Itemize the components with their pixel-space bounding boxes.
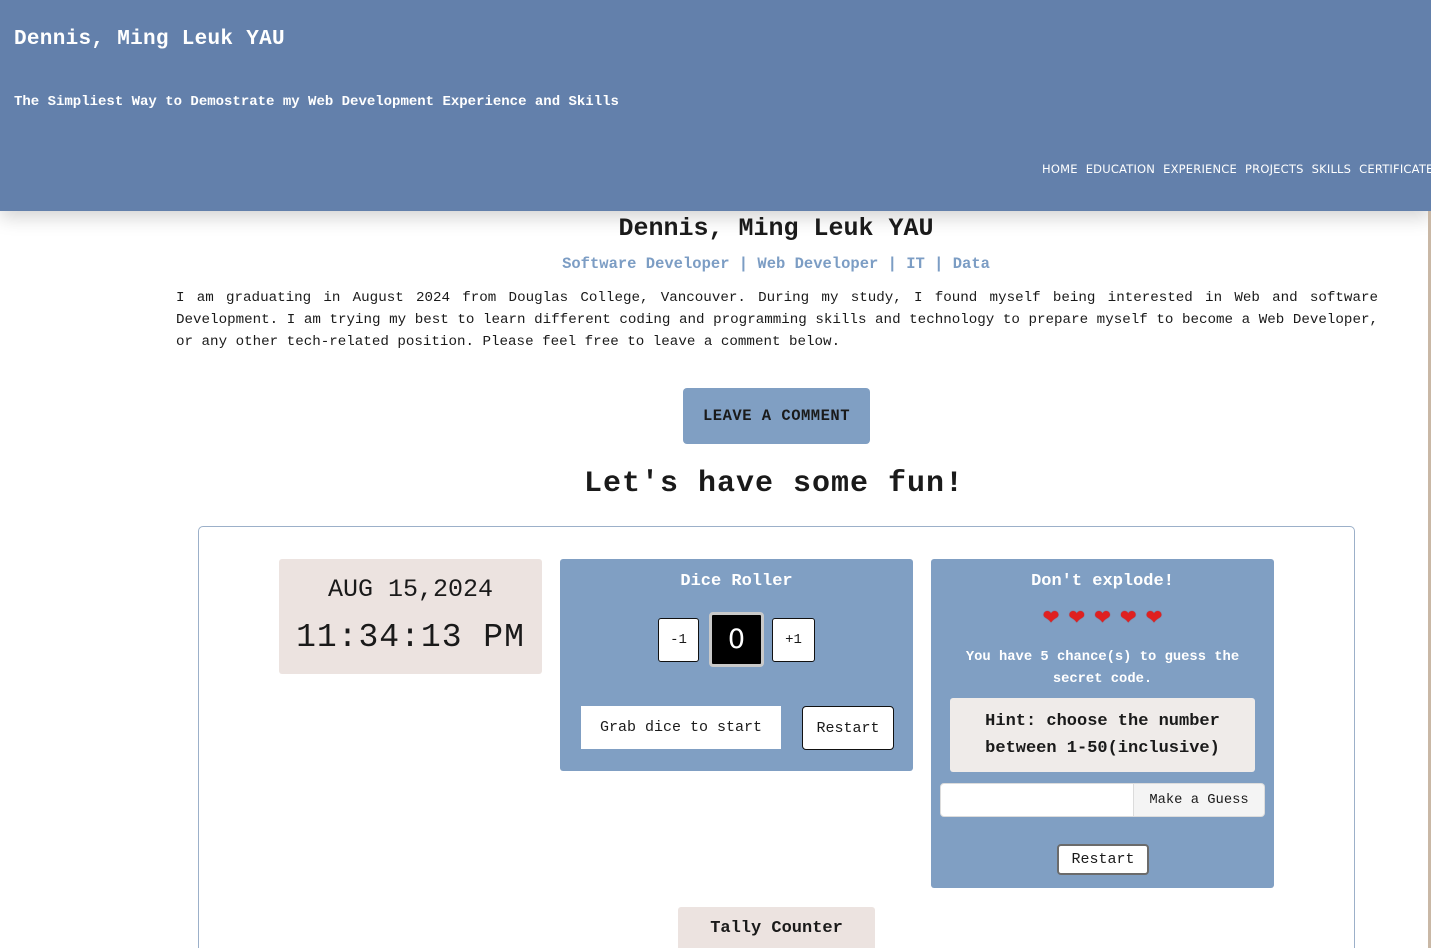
game-restart-button[interactable]: Restart <box>1057 844 1149 875</box>
dice-roller: Dice Roller -1 0 +1 Grab dice to start R… <box>560 559 913 771</box>
fun-heading: Let's have some fun! <box>583 467 965 501</box>
heart-icon: ❤ <box>1068 605 1086 629</box>
leave-comment-button[interactable]: LEAVE A COMMENT <box>683 388 870 444</box>
make-guess-button[interactable]: Make a Guess <box>1134 783 1265 817</box>
chances-text: You have 5 chance(s) to guess the secret… <box>965 650 1240 687</box>
guess-input[interactable] <box>940 783 1134 817</box>
guess-game: Don't explode! ❤ ❤ ❤ ❤ ❤ You have 5 chan… <box>931 559 1274 888</box>
lives-row: ❤ ❤ ❤ ❤ ❤ <box>931 606 1274 628</box>
clock-time: 11:34:13 PM <box>296 619 525 656</box>
hint-box: Hint: choose the number between 1-50(inc… <box>950 698 1255 772</box>
nav-projects[interactable]: PROJECTS <box>1245 162 1304 176</box>
site-title: Dennis, Ming Leuk YAU <box>14 28 285 51</box>
nav-skills[interactable]: SKILLS <box>1312 162 1352 176</box>
heart-icon: ❤ <box>1119 605 1137 629</box>
grab-dice-button[interactable]: Grab dice to start <box>581 706 781 749</box>
heart-icon: ❤ <box>1145 605 1163 629</box>
nav-home[interactable]: HOME <box>1042 162 1078 176</box>
nav-education[interactable]: EDUCATION <box>1086 162 1155 176</box>
profile-intro: I am graduating in August 2024 from Doug… <box>176 290 1378 350</box>
nav-experience[interactable]: EXPERIENCE <box>1163 162 1237 176</box>
dice-restart-button[interactable]: Restart <box>802 706 894 750</box>
site-header: Dennis, Ming Leuk YAU The Simpliest Way … <box>0 0 1431 211</box>
profile-roles: Software Developer | Web Developer | IT … <box>562 255 990 273</box>
game-title: Don't explode! <box>1031 572 1174 591</box>
site-subtitle: The Simpliest Way to Demostrate my Web D… <box>14 94 619 110</box>
dice-count: 0 <box>709 612 764 667</box>
clock-date: AUG 15,2024 <box>327 575 494 604</box>
heart-icon: ❤ <box>1042 605 1060 629</box>
nav-certificate[interactable]: CERTIFICATE <box>1359 162 1431 176</box>
tally-counter: Tally Counter <box>678 907 875 948</box>
dice-title: Dice Roller <box>680 572 793 591</box>
heart-icon: ❤ <box>1094 605 1111 629</box>
dice-increment-button[interactable]: +1 <box>772 618 815 662</box>
main-nav: HOME EDUCATION EXPERIENCE PROJECTS SKILL… <box>1042 162 1431 176</box>
clock-widget: AUG 15,2024 11:34:13 PM <box>279 559 542 674</box>
dice-decrement-button[interactable]: -1 <box>658 618 699 662</box>
profile-name: Dennis, Ming Leuk YAU <box>618 214 934 243</box>
